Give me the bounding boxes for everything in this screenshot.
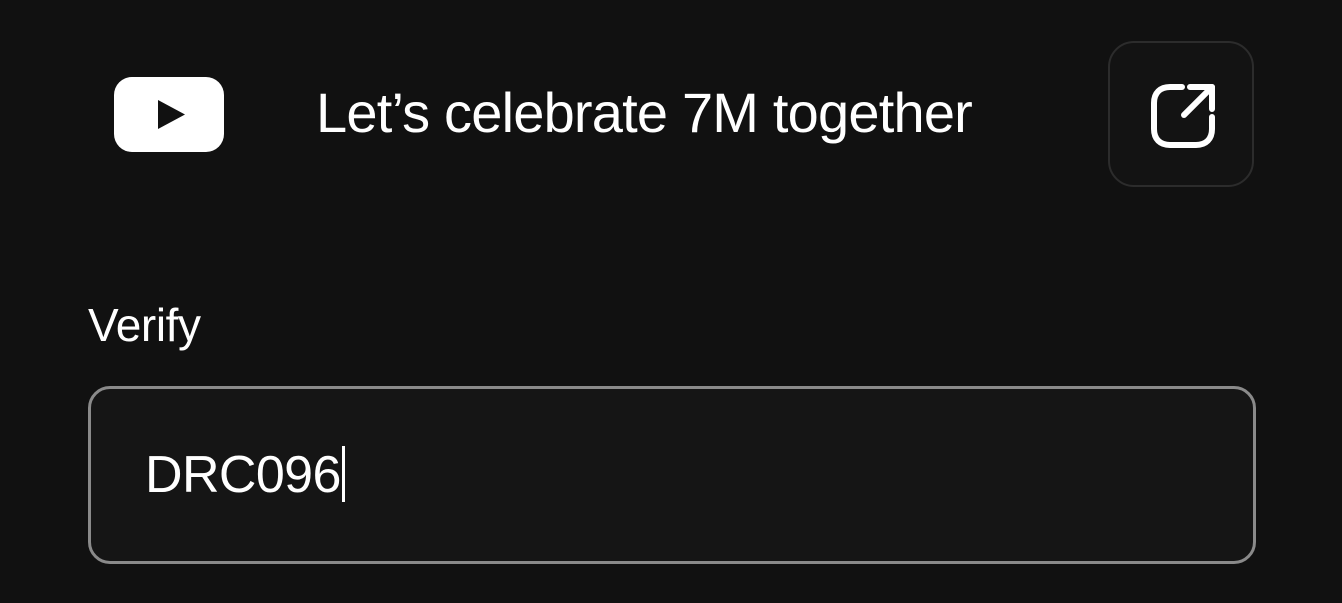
youtube-logo xyxy=(114,77,224,152)
verify-input-value: DRC096 xyxy=(145,446,341,504)
verify-label: Verify xyxy=(88,299,201,351)
verify-input[interactable]: DRC096 xyxy=(88,386,1256,564)
text-caret xyxy=(341,446,345,502)
banner-title: Let’s celebrate 7M together xyxy=(316,81,973,144)
share-button[interactable] xyxy=(1108,41,1254,187)
share-external-icon xyxy=(1151,84,1215,148)
youtube-play-icon xyxy=(158,100,185,129)
verify-input-value-wrap: DRC096 xyxy=(145,445,345,505)
